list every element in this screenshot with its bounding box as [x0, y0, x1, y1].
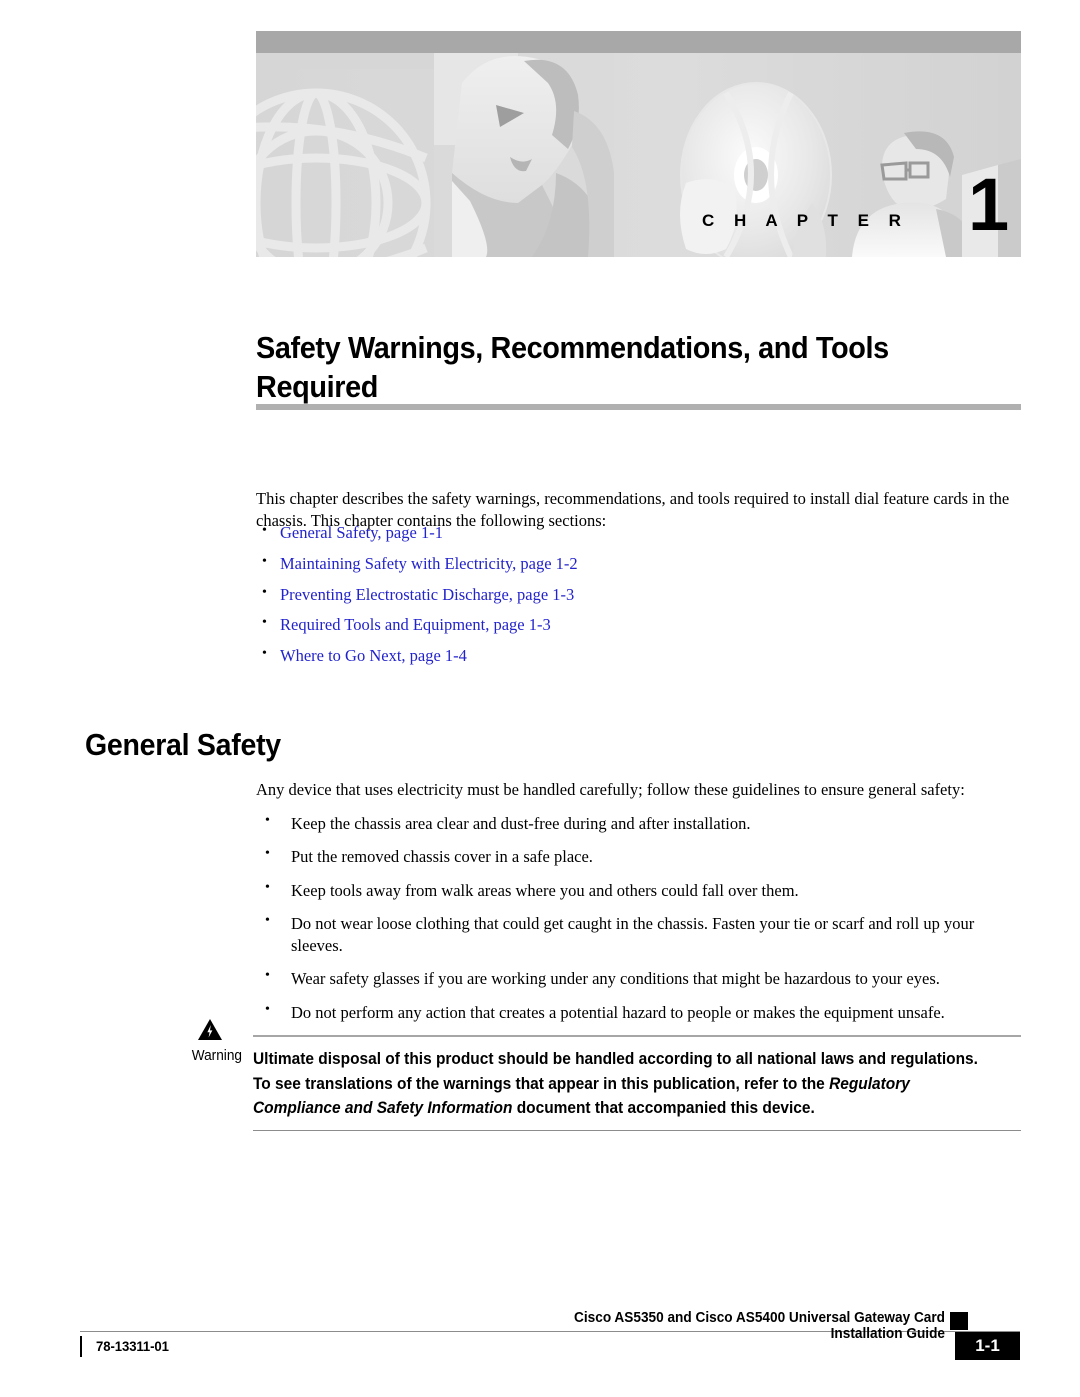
guideline-text: Keep tools away from walk areas where yo… — [291, 880, 799, 900]
list-item[interactable]: • Where to Go Next, page 1-4 — [256, 646, 1018, 666]
guideline-text: Do not perform any action that creates a… — [291, 1002, 945, 1022]
list-item: • Do not perform any action that creates… — [256, 1002, 1024, 1023]
bullet-glyph: • — [265, 968, 270, 984]
title-divider — [256, 404, 1021, 410]
guideline-text: Put the removed chassis cover in a safe … — [291, 847, 593, 867]
warning-triangle-lightning-icon — [197, 1018, 223, 1042]
list-item: • Wear safety glasses if you are working… — [256, 968, 1024, 989]
bullet-glyph: • — [265, 913, 270, 929]
section-heading-general-safety: General Safety — [85, 726, 281, 762]
warning-label: Warning — [191, 1048, 242, 1064]
chapter-label: C H A P T E R — [702, 211, 909, 230]
guideline-text: Keep the chassis area clear and dust-fre… — [291, 814, 751, 833]
chapter-number: 1 — [968, 163, 1010, 246]
bullet-glyph: • — [262, 553, 267, 569]
section-link[interactable]: Preventing Electrostatic Discharge, page… — [280, 585, 574, 604]
bullet-glyph: • — [262, 523, 267, 538]
list-item: • Keep tools away from walk areas where … — [256, 880, 1024, 901]
warning-body: Ultimate disposal of this product should… — [253, 1035, 1021, 1131]
bullet-glyph: • — [265, 846, 270, 862]
warning-text-after: document that accompanied this device. — [512, 1099, 815, 1118]
list-item[interactable]: • Required Tools and Equipment, page 1-3 — [256, 615, 1018, 635]
bullet-glyph: • — [262, 646, 267, 662]
list-item: • Put the removed chassis cover in a saf… — [256, 846, 1024, 867]
general-safety-guidelines: • Keep the chassis area clear and dust-f… — [256, 813, 1024, 1035]
list-item[interactable]: • Preventing Electrostatic Discharge, pa… — [256, 585, 1018, 605]
bullet-glyph: • — [265, 879, 270, 895]
section-link[interactable]: General Safety, page 1-1 — [280, 523, 443, 542]
list-item: • Keep the chassis area clear and dust-f… — [256, 813, 1024, 834]
footer-tick-mark — [80, 1336, 82, 1357]
bullet-glyph: • — [262, 615, 267, 631]
banner-top-bar — [256, 31, 1021, 53]
guideline-text: Wear safety glasses if you are working u… — [291, 969, 940, 989]
list-item: • Do not wear loose clothing that could … — [256, 913, 1024, 956]
guideline-text: Do not wear loose clothing that could ge… — [291, 914, 975, 955]
section-link[interactable]: Maintaining Safety with Electricity, pag… — [280, 554, 578, 573]
page-title: Safety Warnings, Recommendations, and To… — [256, 329, 889, 405]
warning-text: Ultimate disposal of this product should… — [253, 1037, 986, 1124]
section-intro-paragraph: Any device that uses electricity must be… — [256, 779, 965, 799]
bullet-glyph: • — [265, 813, 270, 828]
bullet-glyph: • — [265, 1001, 270, 1017]
chapter-section-links: • General Safety, page 1-1 • Maintaining… — [256, 523, 1018, 677]
warning-bottom-divider — [253, 1129, 1021, 1131]
footer-guide-title: Cisco AS5350 and Cisco AS5400 Universal … — [574, 1310, 945, 1342]
footer-page-number: 1-1 — [955, 1332, 1020, 1360]
footer-document-number: 78-13311-01 — [96, 1338, 169, 1354]
section-link[interactable]: Required Tools and Equipment, page 1-3 — [280, 615, 551, 634]
bullet-glyph: • — [262, 584, 267, 600]
list-item[interactable]: • General Safety, page 1-1 — [256, 523, 1018, 543]
list-item[interactable]: • Maintaining Safety with Electricity, p… — [256, 554, 1018, 574]
section-link[interactable]: Where to Go Next, page 1-4 — [280, 646, 467, 665]
footer-square-marker — [950, 1312, 968, 1330]
